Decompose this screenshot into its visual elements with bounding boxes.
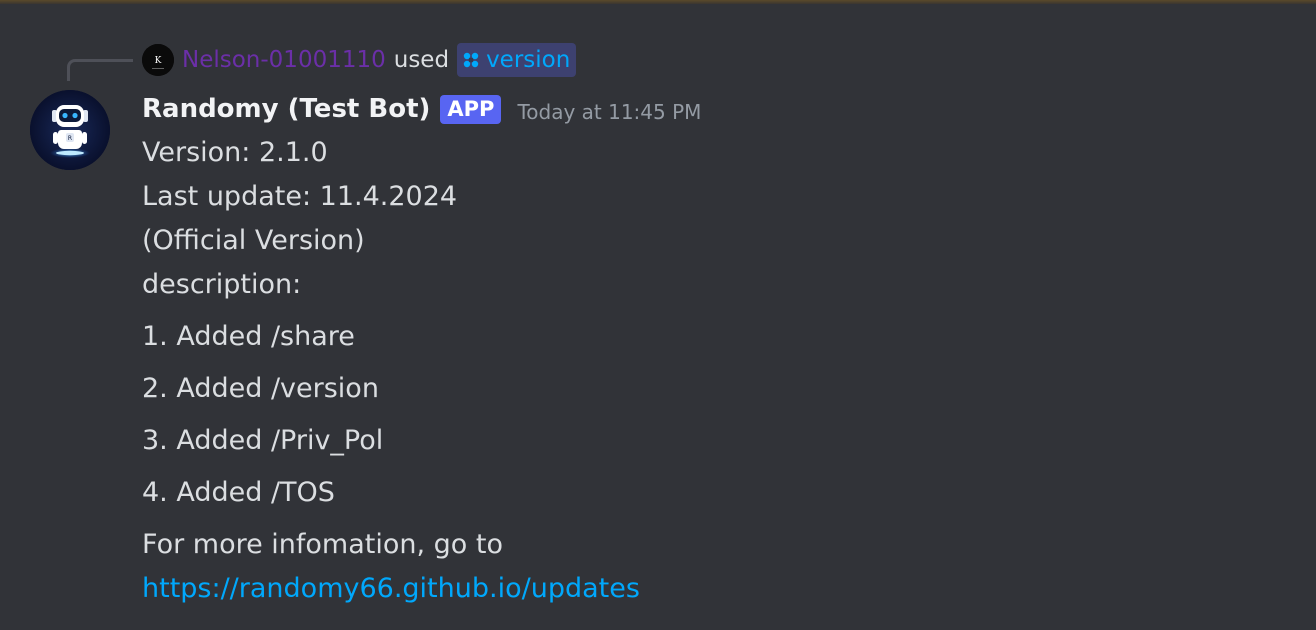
list-item: 1. Added /share — [142, 321, 355, 352]
list-item: 2. Added /version — [142, 373, 379, 404]
content-line-description: description: — [142, 269, 302, 300]
message-content: Version: 2.1.0 Last update: 11.4.2024 (O… — [142, 131, 1242, 611]
reply-user-avatar[interactable]: K — [142, 44, 174, 76]
command-interaction-header: K Nelson-01001110 used version — [142, 42, 577, 78]
list-item: 3. Added /Priv_Pol — [142, 425, 384, 456]
message-header: Randomy (Test Bot) APP Today at 11:45 PM — [142, 90, 701, 128]
app-badge: APP — [440, 94, 502, 124]
slash-command-icon — [461, 50, 481, 70]
reply-used-text: used — [393, 47, 450, 73]
reply-username[interactable]: Nelson-01001110 — [182, 47, 386, 73]
content-line-version: Version: 2.1.0 — [142, 137, 328, 168]
list-item: 4. Added /TOS — [142, 477, 335, 508]
footer-text: For more infomation, go to — [142, 529, 504, 560]
bot-avatar[interactable]: R — [30, 90, 110, 170]
command-mention[interactable]: version — [457, 43, 577, 77]
svg-text:R: R — [68, 135, 72, 142]
reply-spine — [67, 59, 133, 81]
robot-icon: R — [30, 90, 110, 170]
content-line-official: (Official Version) — [142, 225, 365, 256]
reply-avatar-image: K — [142, 44, 174, 76]
chat-message: K Nelson-01001110 used version R Randomy… — [0, 0, 1316, 630]
author-name[interactable]: Randomy (Test Bot) — [142, 94, 430, 124]
svg-text:K: K — [155, 56, 162, 66]
message-timestamp[interactable]: Today at 11:45 PM — [517, 100, 701, 124]
updates-link-line: https://randomy66.github.io/updates — [142, 567, 1242, 611]
command-name: version — [486, 47, 571, 73]
updates-link[interactable]: https://randomy66.github.io/updates — [142, 573, 640, 604]
content-line-last-update: Last update: 11.4.2024 — [142, 181, 458, 212]
